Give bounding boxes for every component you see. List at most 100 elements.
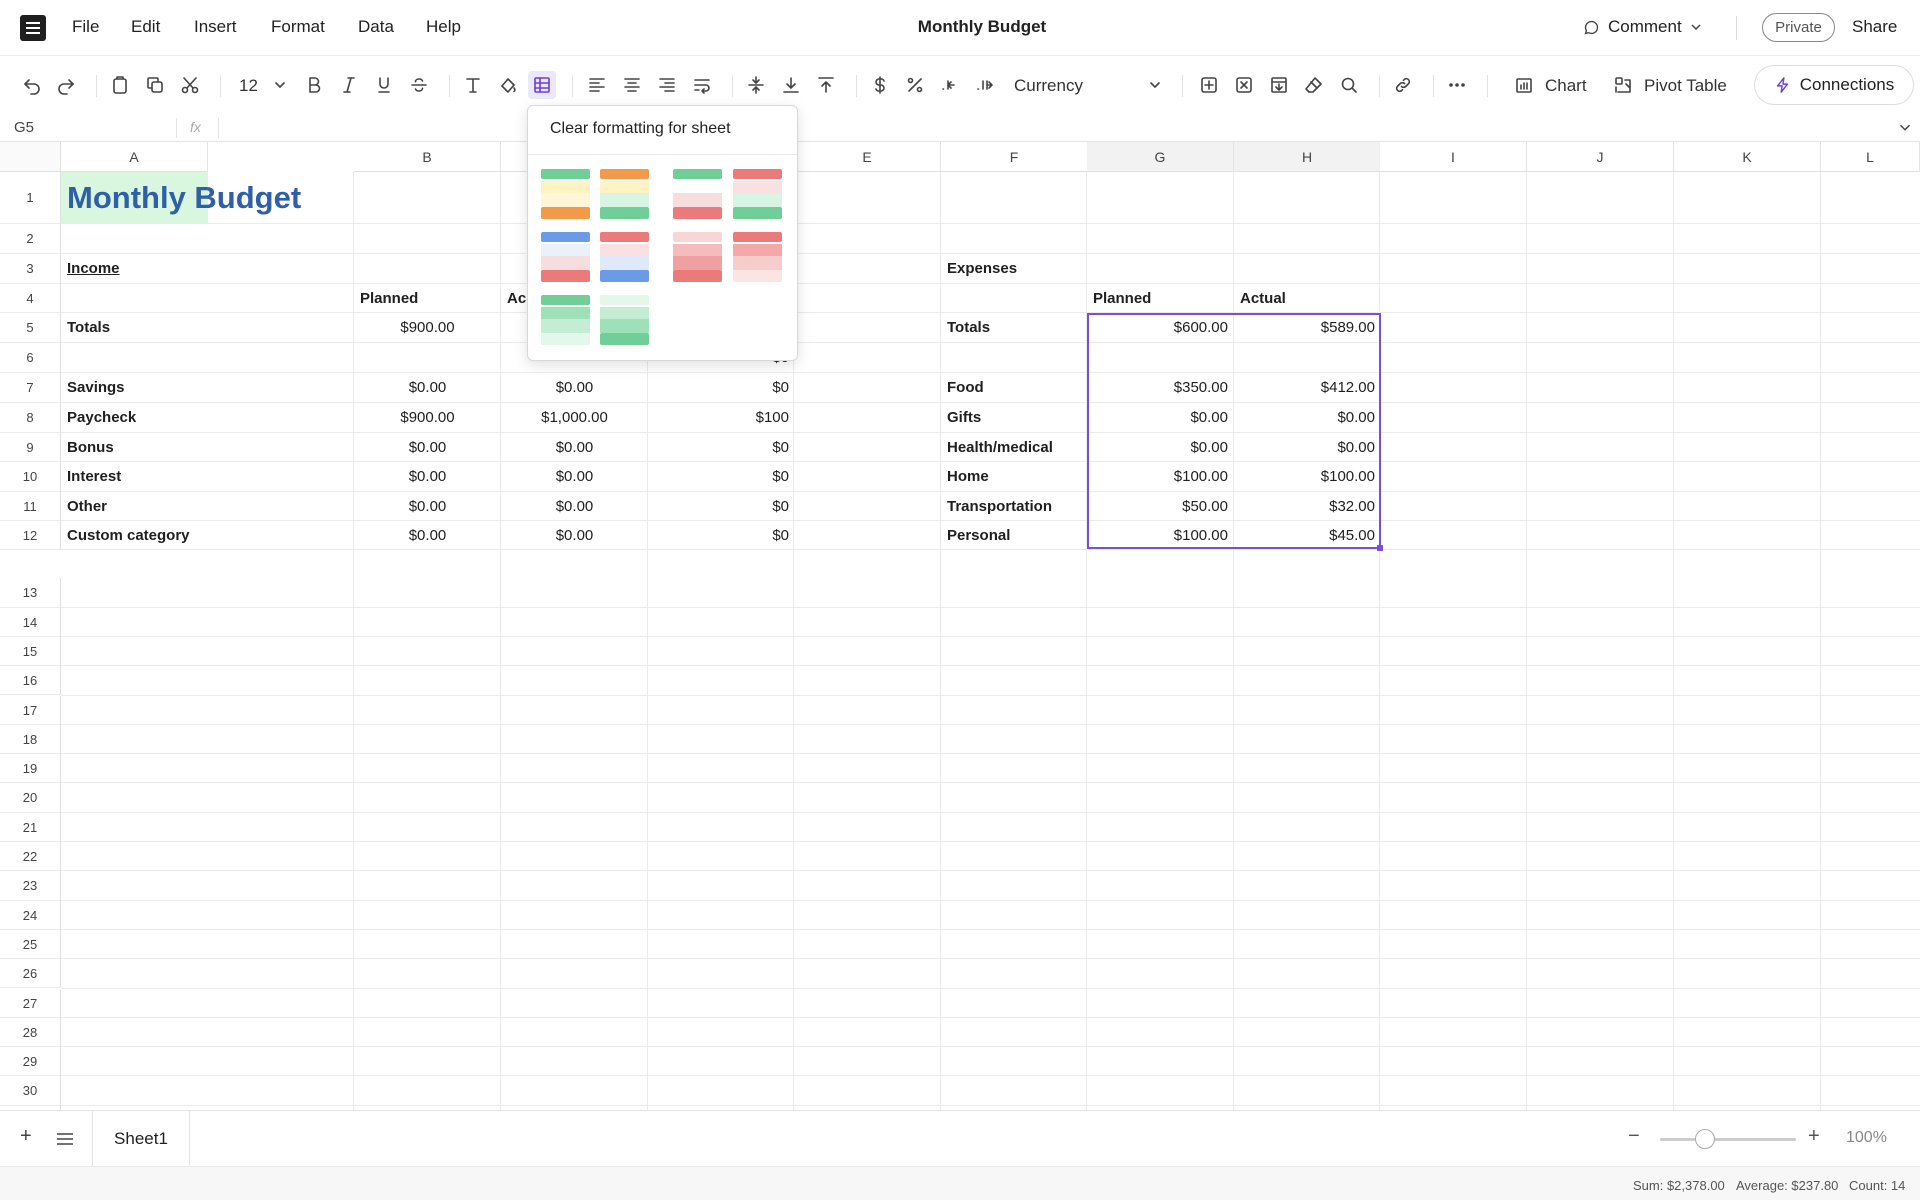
row-header-15[interactable]: 15 <box>0 636 61 667</box>
bold-icon[interactable] <box>300 71 328 99</box>
select-all-corner[interactable] <box>0 142 61 172</box>
paste-icon[interactable] <box>106 71 134 99</box>
table-style-swatch-red-white-blue[interactable] <box>600 232 649 282</box>
pivot-table-button-label[interactable]: Pivot Table <box>1644 76 1727 96</box>
cell-b7[interactable]: $0.00 <box>354 373 501 402</box>
row-header-29[interactable]: 29 <box>0 1047 61 1077</box>
cell-h12[interactable]: $45.00 <box>1234 521 1381 549</box>
cell-g7[interactable]: $350.00 <box>1087 373 1234 402</box>
cell-b5[interactable]: $900.00 <box>354 313 501 342</box>
row-header-10[interactable]: 10 <box>0 462 61 492</box>
row-header-30[interactable]: 30 <box>0 1076 61 1106</box>
table-style-swatch-light-red-gradient[interactable] <box>673 232 722 282</box>
strikethrough-icon[interactable] <box>405 71 433 99</box>
decrease-decimal-icon[interactable] <box>936 71 964 99</box>
cell-d12[interactable]: $0 <box>648 521 795 549</box>
column-header-f[interactable]: F <box>941 142 1088 172</box>
row-header-28[interactable]: 28 <box>0 1017 61 1048</box>
cell-c11[interactable]: $0.00 <box>501 492 648 520</box>
table-style-swatch-blue-white-red[interactable] <box>541 232 590 282</box>
font-size-chevron-icon[interactable] <box>266 71 294 99</box>
row-header-16[interactable]: 16 <box>0 666 61 696</box>
cell-g4[interactable]: Planned <box>1087 284 1234 312</box>
column-header-j[interactable]: J <box>1527 142 1674 172</box>
row-header-27[interactable]: 27 <box>0 988 61 1018</box>
cell-d11[interactable]: $0 <box>648 492 795 520</box>
cell-g8[interactable]: $0.00 <box>1087 403 1234 432</box>
row-header-23[interactable]: 23 <box>0 871 61 901</box>
zoom-in-icon[interactable]: + <box>1808 1125 1820 1148</box>
column-header-a[interactable]: A <box>61 142 208 172</box>
cell-b8[interactable]: $900.00 <box>354 403 501 432</box>
cell-f11[interactable]: Transportation <box>941 492 1088 520</box>
cell-h8[interactable]: $0.00 <box>1234 403 1381 432</box>
row-header-25[interactable]: 25 <box>0 929 61 960</box>
row-header-20[interactable]: 20 <box>0 783 61 813</box>
delete-cell-icon[interactable] <box>1230 71 1258 99</box>
table-style-swatch-green-gradient[interactable] <box>541 295 590 345</box>
sheet-tab[interactable]: Sheet1 <box>92 1111 190 1167</box>
clear-formatting-button[interactable]: Clear formatting for sheet <box>550 120 731 138</box>
wrap-text-icon[interactable] <box>688 71 716 99</box>
connections-button[interactable]: Connections <box>1754 65 1914 105</box>
row-header-6[interactable]: 6 <box>0 343 61 373</box>
cell-a12[interactable]: Custom category <box>61 521 208 549</box>
cell-d10[interactable]: $0 <box>648 462 795 491</box>
cell-d7[interactable]: $0 <box>648 373 795 402</box>
column-header-k[interactable]: K <box>1674 142 1821 172</box>
row-header-14[interactable]: 14 <box>0 607 61 637</box>
sheet-list-icon[interactable] <box>56 1132 74 1146</box>
column-header-l[interactable]: L <box>1821 142 1920 172</box>
column-header-i[interactable]: I <box>1380 142 1527 172</box>
expand-chevron-icon[interactable] <box>1896 118 1914 136</box>
table-style-swatch-light-green-gradient[interactable] <box>600 295 649 345</box>
row-header-17[interactable]: 17 <box>0 695 61 725</box>
table-style-swatch-green-yellow-orange[interactable] <box>541 169 590 219</box>
text-format-icon[interactable] <box>459 71 487 99</box>
cell-f8[interactable]: Gifts <box>941 403 1088 432</box>
table-style-swatch-orange-yellow-green[interactable] <box>600 169 649 219</box>
row-header-5[interactable]: 5 <box>0 313 61 343</box>
insert-cell-icon[interactable] <box>1195 71 1223 99</box>
row-header-26[interactable]: 26 <box>0 959 61 989</box>
cell-f10[interactable]: Home <box>941 462 1088 491</box>
fill-color-icon[interactable] <box>494 71 522 99</box>
row-header-4[interactable]: 4 <box>0 284 61 313</box>
cell-c7[interactable]: $0.00 <box>501 373 648 402</box>
zoom-out-icon[interactable]: − <box>1628 1125 1640 1148</box>
align-right-icon[interactable] <box>653 71 681 99</box>
comment-button[interactable]: Comment <box>1583 17 1702 37</box>
spreadsheet-grid[interactable]: ABCDEFGHIJKL 123456789101112131415161718… <box>0 142 1920 1110</box>
font-size-value[interactable]: 12 <box>239 76 258 96</box>
fill-handle[interactable] <box>1377 545 1383 551</box>
cell-a9[interactable]: Bonus <box>61 433 208 461</box>
share-button[interactable]: Share <box>1852 17 1897 37</box>
percent-format-icon[interactable] <box>901 71 929 99</box>
cell-g11[interactable]: $50.00 <box>1087 492 1234 520</box>
more-icon[interactable] <box>1443 71 1471 99</box>
merge-cells-icon[interactable] <box>1265 71 1293 99</box>
zoom-slider[interactable] <box>1660 1129 1796 1149</box>
copy-icon[interactable] <box>141 71 169 99</box>
cell-h7[interactable]: $412.00 <box>1234 373 1381 402</box>
column-header-e[interactable]: E <box>794 142 941 172</box>
undo-icon[interactable] <box>18 71 46 99</box>
table-style-icon[interactable] <box>528 71 556 99</box>
cell-c8[interactable]: $1,000.00 <box>501 403 648 432</box>
cell-b10[interactable]: $0.00 <box>354 462 501 491</box>
search-icon[interactable] <box>1335 71 1363 99</box>
pivot-table-icon[interactable] <box>1609 71 1637 99</box>
add-sheet-icon[interactable]: + <box>20 1125 32 1148</box>
cell-h5[interactable]: $589.00 <box>1234 313 1381 342</box>
cell-d9[interactable]: $0 <box>648 433 795 461</box>
cell-a5[interactable]: Totals <box>61 313 208 342</box>
row-header-21[interactable]: 21 <box>0 812 61 842</box>
cell-b4[interactable]: Planned <box>354 284 501 312</box>
column-header-b[interactable]: B <box>354 142 501 172</box>
row-header-24[interactable]: 24 <box>0 900 61 930</box>
cell-a10[interactable]: Interest <box>61 462 208 491</box>
cell-f3[interactable]: Expenses <box>941 254 1088 283</box>
row-header-8[interactable]: 8 <box>0 403 61 433</box>
cell-a3[interactable]: Income <box>61 254 208 283</box>
column-header-h[interactable]: H <box>1234 142 1381 172</box>
